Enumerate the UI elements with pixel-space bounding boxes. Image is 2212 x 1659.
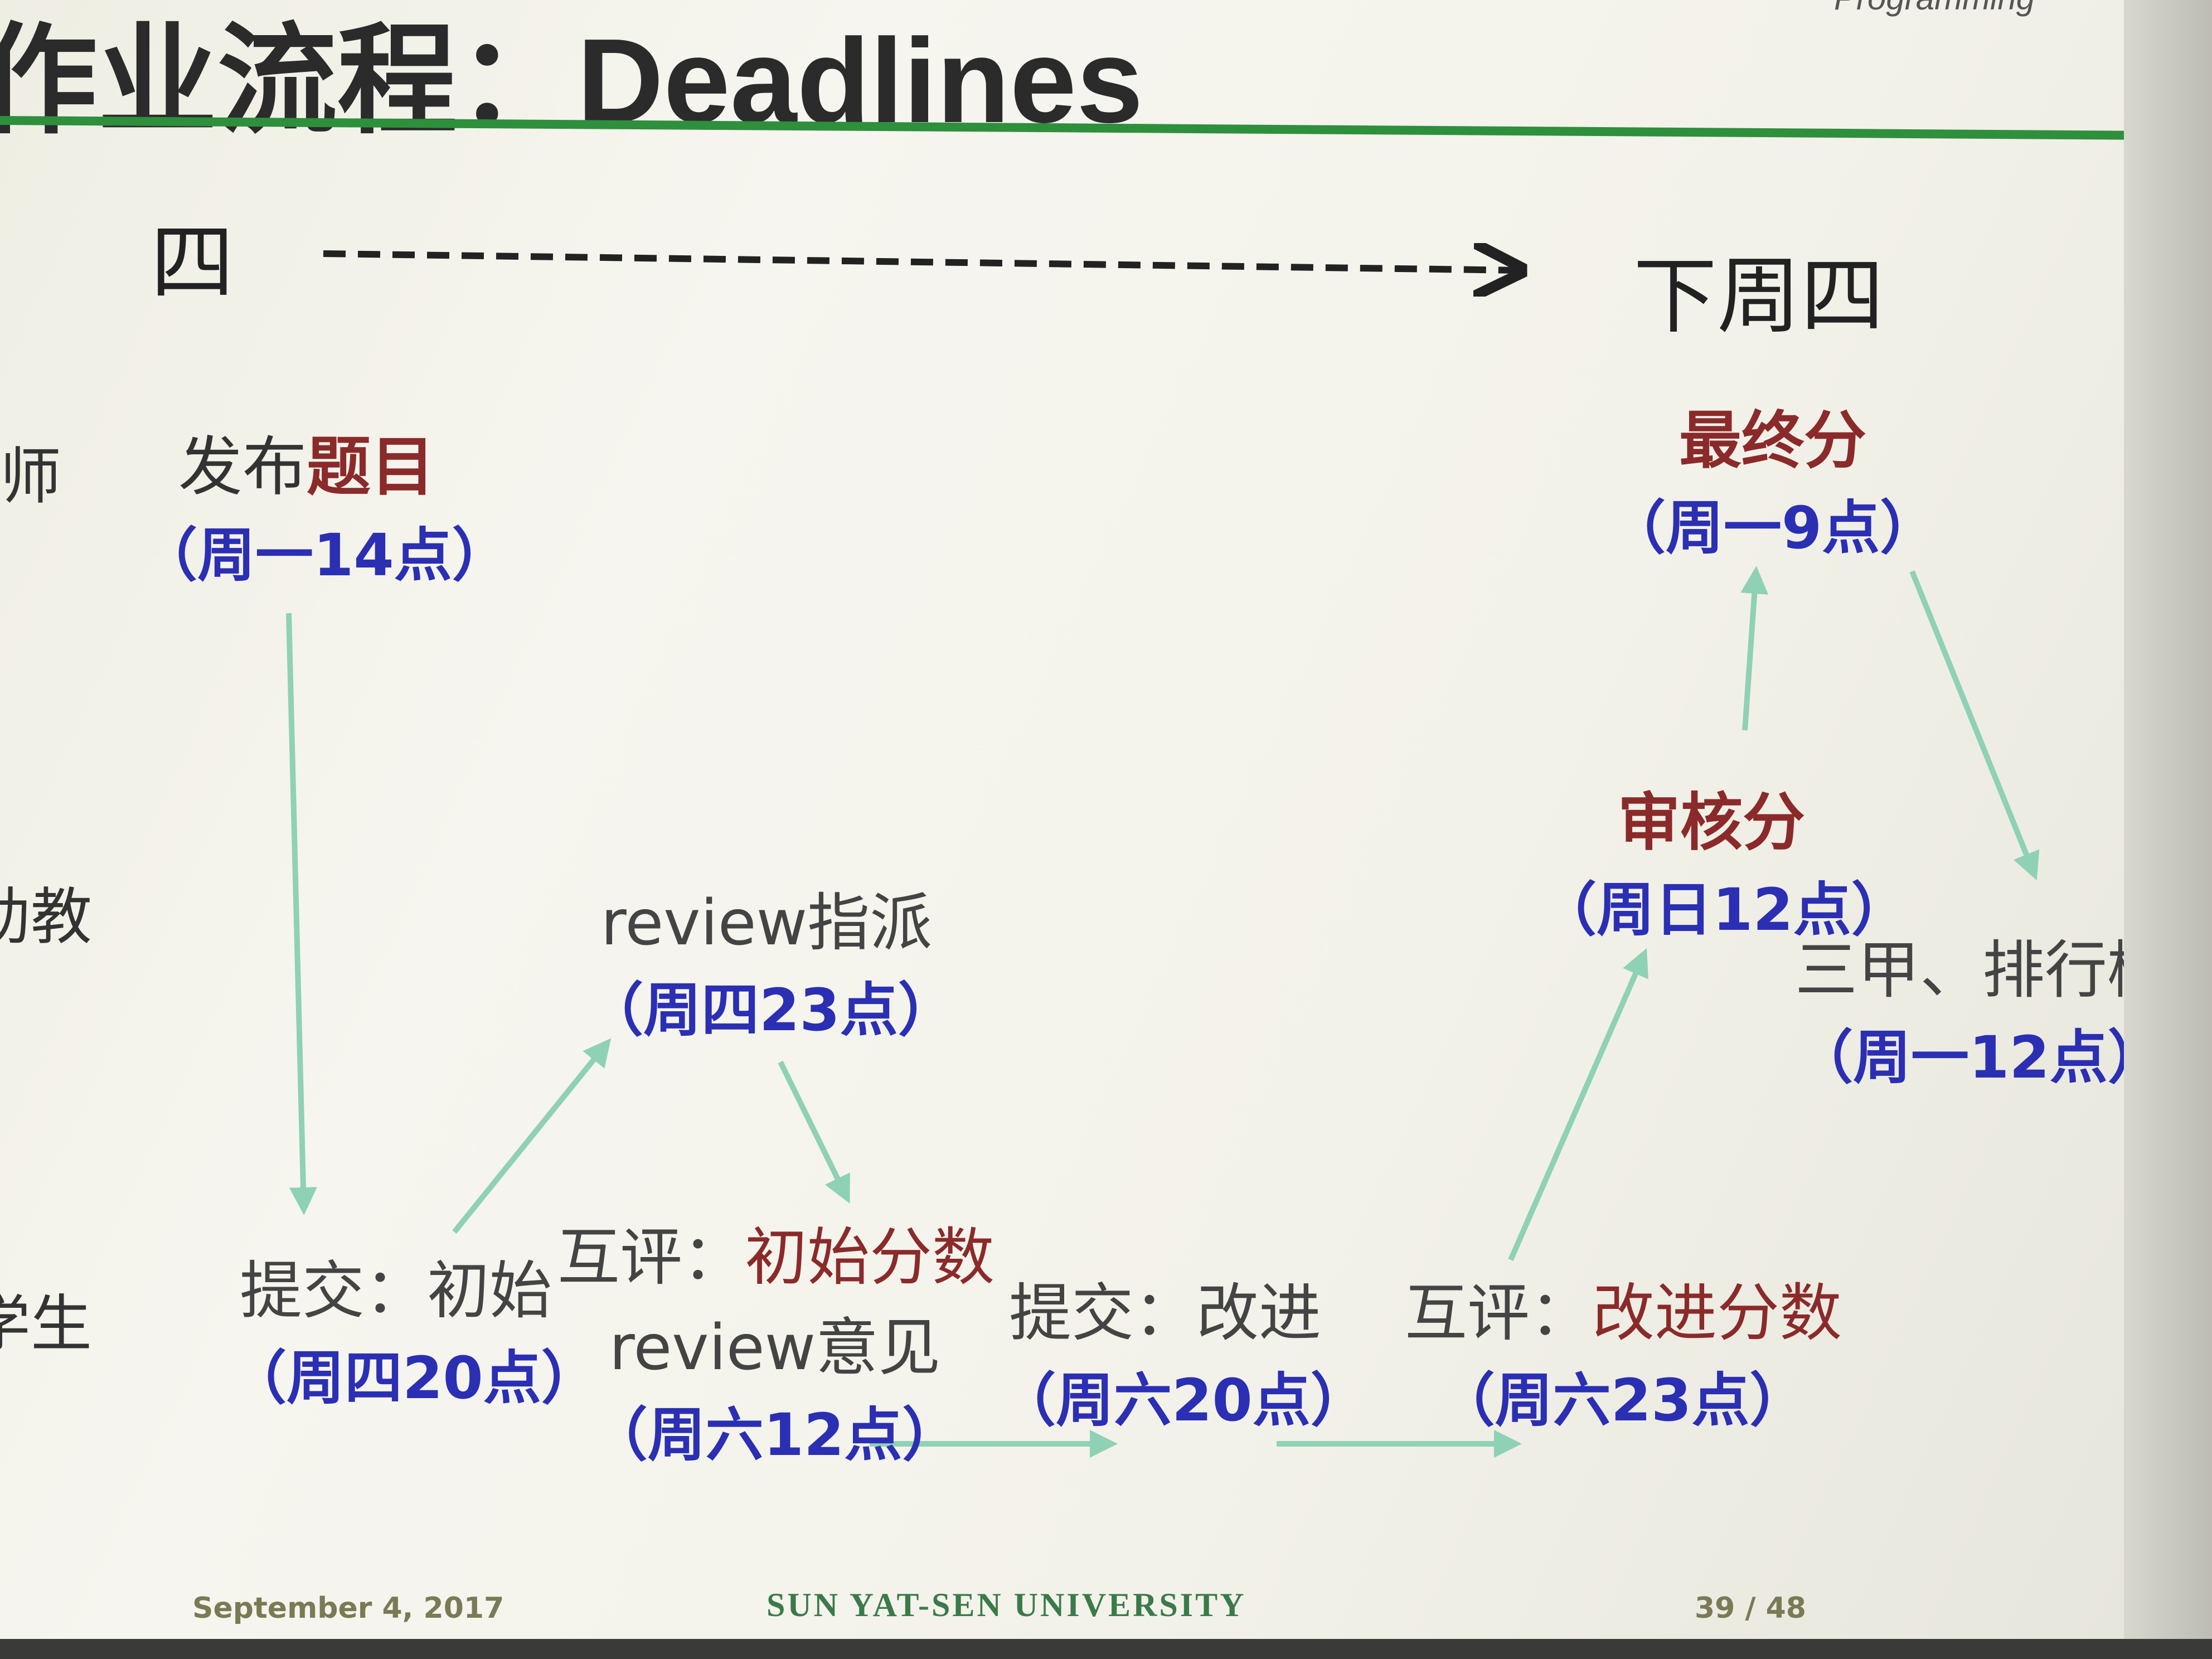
submit-improved-label: 提交：改进 <box>1009 1277 1321 1350</box>
role-student: 学生 <box>0 1288 92 1360</box>
role-teacher: 师 <box>0 441 61 512</box>
submit-initial-time: （周四20点） <box>229 1344 599 1412</box>
arrow-audit-to-final <box>1740 566 1769 731</box>
footer-page-number: 39 / 48 <box>1695 1592 1806 1625</box>
monitor-bezel-bottom <box>0 1639 2212 1659</box>
node-peer-initial: 互评：初始分数 review意见 （周六12点） <box>557 1207 995 1472</box>
audit-label: 审核分 <box>1618 787 1805 859</box>
final-label: 最终分 <box>1679 405 1866 477</box>
peer-improved-time: （周六23点） <box>1437 1366 1808 1434</box>
node-submit-improved: 提交：改进 （周六20点） <box>998 1263 1369 1437</box>
node-review-assign: review指派 （周四23点） <box>585 872 956 1047</box>
timeline-arrow <box>323 254 1522 270</box>
publish-label: 发布 <box>178 430 307 505</box>
publish-label-highlight: 题目 <box>307 430 435 505</box>
final-time: （周一9点） <box>1607 494 1938 562</box>
slide: 作业流程：Deadlines Programming 四 下周四 师 助教 学生 <box>0 0 2124 1639</box>
publish-time: （周一14点） <box>139 521 510 589</box>
node-peer-improved: 互评：改进分数 （周六23点） <box>1405 1263 1842 1437</box>
ranking-label: 三甲、排行榜 <box>1795 934 2124 1007</box>
peer-improved-highlight: 改进分数 <box>1592 1277 1842 1350</box>
role-ta: 助教 <box>0 881 92 953</box>
peer-improved-label: 互评： <box>1405 1277 1592 1350</box>
peer-initial-highlight: 初始分数 <box>745 1221 995 1294</box>
arrow-final-to-ranking <box>1909 570 2040 881</box>
footer-university: SUN YAT-SEN UNIVERSITY <box>767 1587 1246 1623</box>
peer-initial-label: 互评： <box>557 1221 745 1294</box>
timeline-end-label: 下周四 <box>1633 248 1885 345</box>
review-assign-label: review指派 <box>600 887 933 959</box>
ranking-time: （周一12点） <box>1795 1023 2124 1092</box>
node-submit-initial: 提交：初始 （周四20点） <box>229 1240 599 1415</box>
arrow-review-assign-to-peer <box>778 1060 850 1204</box>
submit-initial-label: 提交：初始 <box>240 1255 552 1327</box>
timeline-start-label: 四 <box>151 215 235 312</box>
peer-initial-time: （周六12点） <box>589 1401 961 1469</box>
node-ranking: 三甲、排行榜 （周一12点） <box>1795 920 2124 1094</box>
arrow-peer-improved-to-audit <box>1508 948 1648 1261</box>
arrow-publish-to-submit <box>286 613 317 1215</box>
peer-initial-sub: review意见 <box>609 1312 941 1384</box>
monitor-bezel-right <box>2124 0 2212 1659</box>
node-publish: 发布题目 （周一14点） <box>139 415 510 592</box>
arrow-submit-to-review-assign <box>452 1038 612 1234</box>
footer-date: September 4, 2017 <box>192 1592 505 1625</box>
node-final: 最终分 （周一9点） <box>1600 390 1946 565</box>
review-assign-time: （周四23点） <box>585 976 956 1044</box>
submit-improved-time: （周六20点） <box>998 1366 1369 1434</box>
